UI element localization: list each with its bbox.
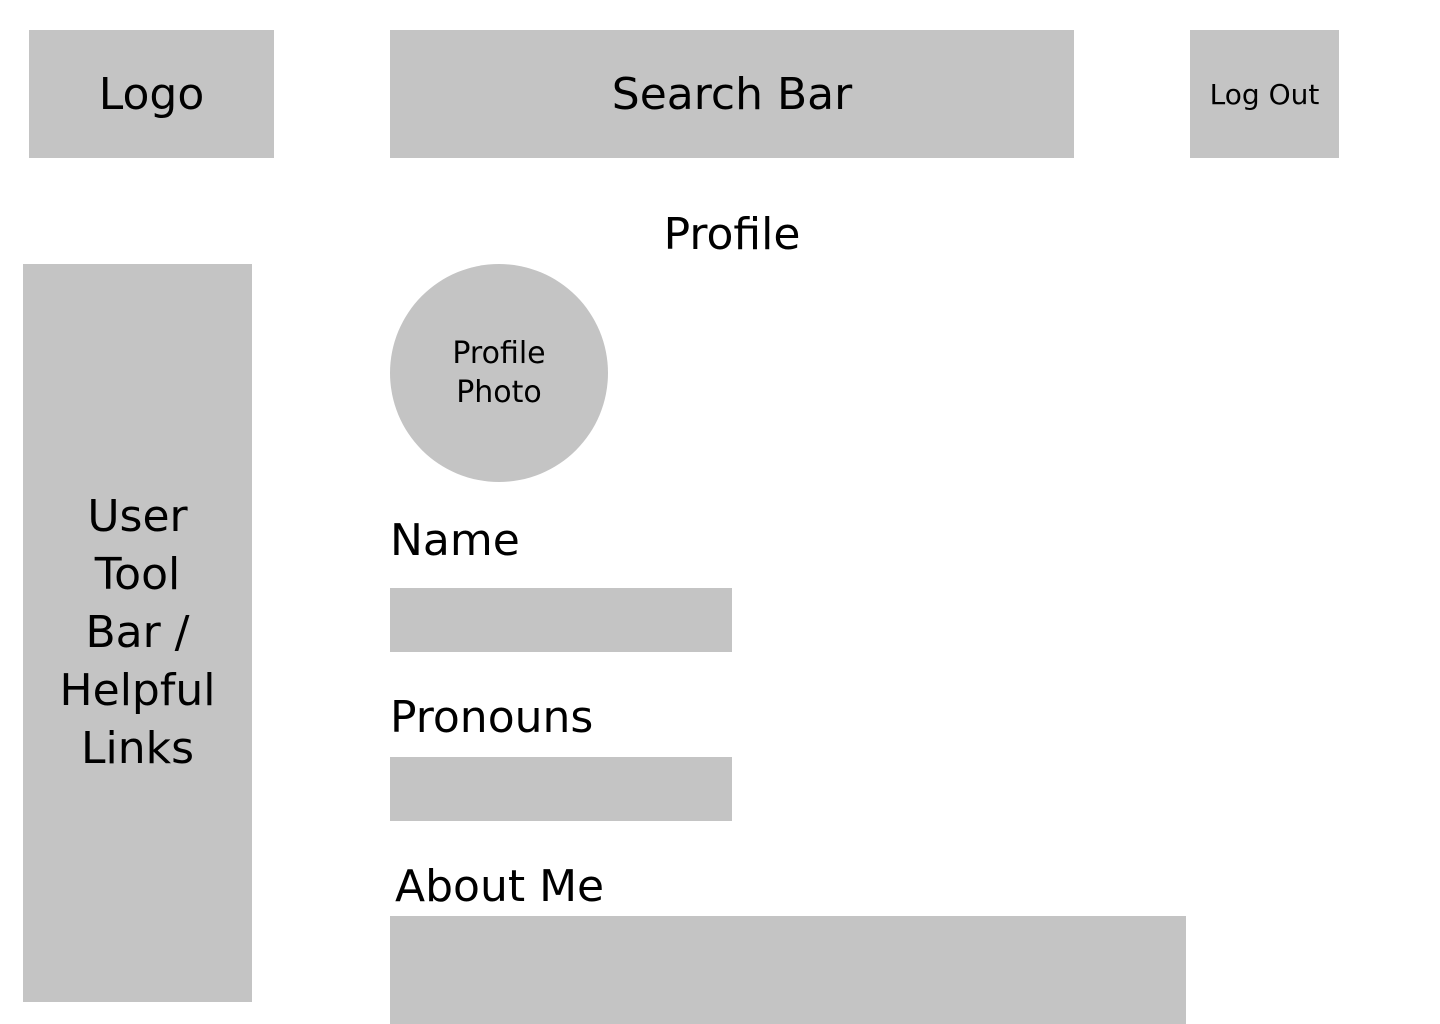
- about-me-label: About Me: [395, 861, 605, 912]
- search-bar-label: Search Bar: [611, 68, 853, 120]
- name-label: Name: [390, 515, 520, 566]
- log-out-button[interactable]: Log Out: [1190, 30, 1339, 158]
- name-field[interactable]: [390, 588, 732, 652]
- profile-page: Logo Search Bar Log Out User Tool Bar / …: [0, 0, 1440, 1024]
- profile-photo-label-line: Profile: [452, 336, 546, 371]
- logo[interactable]: Logo: [29, 30, 274, 158]
- about-me-field[interactable]: [390, 916, 1186, 1024]
- profile-photo-label: Profile Photo: [444, 334, 554, 412]
- profile-photo[interactable]: Profile Photo: [390, 264, 608, 482]
- search-bar[interactable]: Search Bar: [390, 30, 1074, 158]
- sidebar-label-line: User: [87, 491, 188, 542]
- log-out-label: Log Out: [1209, 77, 1320, 111]
- sidebar-label-line: Helpful: [59, 665, 216, 716]
- sidebar-label: User Tool Bar / Helpful Links: [60, 488, 216, 778]
- sidebar-label-line: Tool: [94, 549, 181, 600]
- pronouns-label: Pronouns: [390, 692, 594, 743]
- sidebar-label-line: Links: [80, 723, 194, 774]
- logo-label: Logo: [98, 68, 205, 120]
- sidebar-label-line: Bar /: [85, 607, 190, 658]
- page-title: Profile: [663, 209, 801, 260]
- pronouns-field[interactable]: [390, 757, 732, 821]
- user-toolbar-sidebar[interactable]: User Tool Bar / Helpful Links: [23, 264, 252, 1002]
- profile-photo-label-line: Photo: [456, 375, 542, 410]
